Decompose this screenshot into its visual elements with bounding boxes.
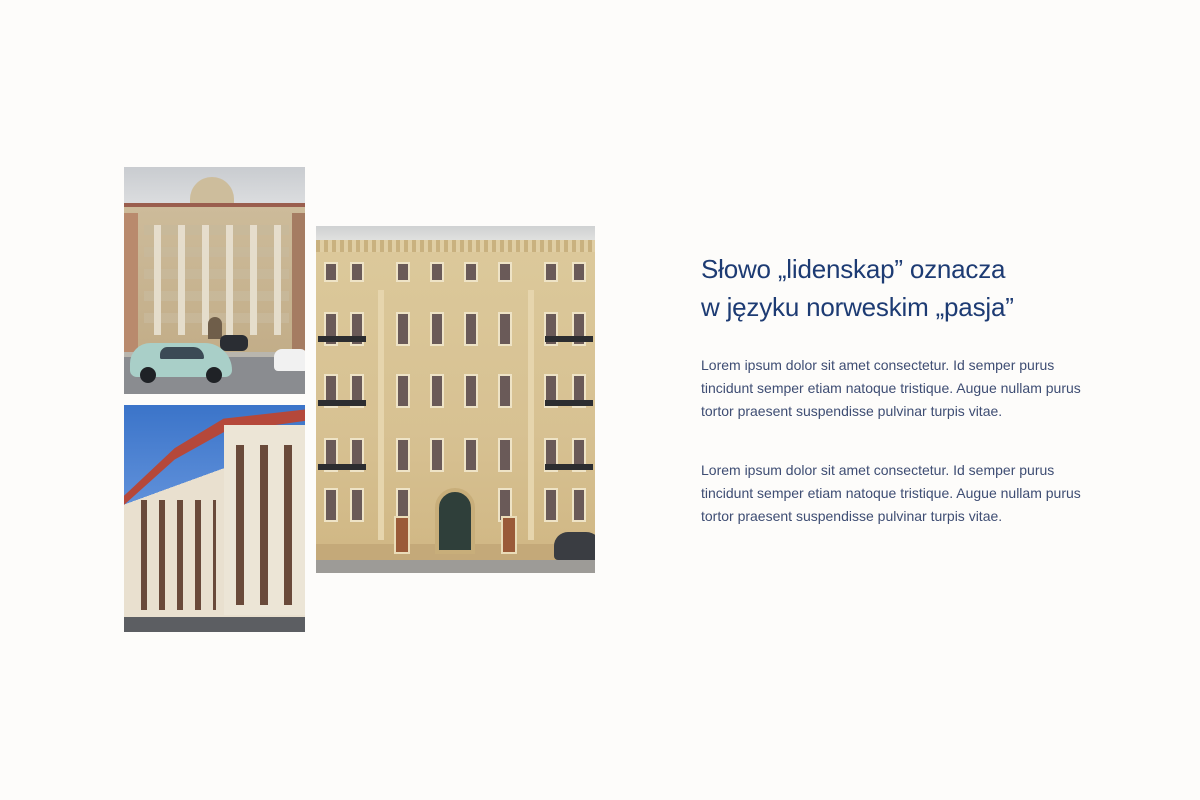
headline-line-1: Słowo „lidenskap” oznacza bbox=[701, 254, 1006, 284]
headline: Słowo „lidenskap” oznacza w języku norwe… bbox=[701, 250, 1121, 326]
facade-window bbox=[498, 262, 512, 282]
facade-window bbox=[498, 374, 512, 408]
facade-window bbox=[396, 312, 410, 346]
facade-window bbox=[544, 262, 558, 282]
facade-window bbox=[430, 438, 444, 472]
headline-line-2: w języku norweskim „pasja” bbox=[701, 292, 1014, 322]
facade-window bbox=[464, 262, 478, 282]
facade-window bbox=[430, 262, 444, 282]
facade-window bbox=[464, 312, 478, 346]
facade-window bbox=[430, 312, 444, 346]
facade-window bbox=[498, 438, 512, 472]
facade-window bbox=[396, 438, 410, 472]
facade-window bbox=[430, 374, 444, 408]
facade-window bbox=[572, 488, 586, 522]
facade-window bbox=[324, 262, 338, 282]
body-paragraph-2: Lorem ipsum dolor sit amet consectetur. … bbox=[701, 462, 1081, 524]
body-paragraph-1: Lorem ipsum dolor sit amet consectetur. … bbox=[701, 357, 1081, 419]
building-photo-top-left bbox=[124, 167, 305, 394]
building-photo-bottom-left bbox=[124, 405, 305, 632]
facade-window bbox=[350, 488, 364, 522]
facade-window bbox=[498, 312, 512, 346]
facade-window bbox=[464, 438, 478, 472]
car-image bbox=[130, 343, 232, 383]
facade-window bbox=[396, 262, 410, 282]
building-photo-main bbox=[316, 226, 595, 573]
facade-window bbox=[572, 262, 586, 282]
facade-window bbox=[464, 374, 478, 408]
entrance-door bbox=[435, 488, 475, 554]
facade-window bbox=[350, 262, 364, 282]
facade-window bbox=[544, 488, 558, 522]
facade-window bbox=[396, 374, 410, 408]
facade-window bbox=[324, 488, 338, 522]
